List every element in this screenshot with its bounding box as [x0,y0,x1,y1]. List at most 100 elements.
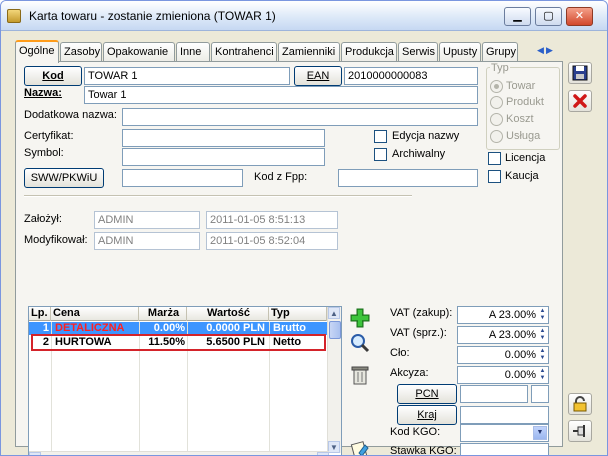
cancel-button[interactable] [568,90,592,112]
scroll-down-icon[interactable]: ▼ [328,441,340,453]
tab-grupy[interactable]: Grupy [482,42,518,62]
edycja-nazwy-label: Edycja nazwy [392,130,460,142]
kraj-input[interactable] [460,406,549,424]
tab-produkcja[interactable]: Produkcja [341,42,397,62]
vat-sprz-input[interactable]: A 23.00% ▲ ▼ [457,326,549,344]
tab-opakowanie[interactable]: Opakowanie [103,42,175,62]
kod-fpp-input[interactable] [338,169,478,187]
typ-group-title: Typ [490,62,510,74]
vat-zakup-input[interactable]: A 23.00% ▲ ▼ [457,306,549,324]
delete-trash-icon[interactable] [348,364,372,388]
save-button[interactable] [568,62,592,84]
window-title: Karta towaru - zostanie zmieniona (TOWAR… [29,9,276,23]
scroll-left-icon[interactable]: ◀ [29,452,41,455]
archiwalny-label: Archiwalny [392,148,446,160]
ean-input[interactable]: 2010000000083 [344,67,478,85]
app-icon [7,9,21,23]
tab-zamienniki[interactable]: Zamienniki [278,42,340,62]
price-grid-header: Lp. Cena Marża Wartość Typ [29,307,329,321]
search-icon[interactable] [348,332,372,356]
unlock-button[interactable] [568,393,592,415]
kod-fpp-label: Kod z Fpp: [254,171,308,183]
scroll-right-icon[interactable]: ▶ [317,452,329,455]
akcyza-value: 0.00% [504,369,536,381]
pcn-extra-input[interactable] [531,385,549,403]
price-grid-vertical-scrollbar[interactable]: ▲ ▼ [327,307,341,453]
nazwa-input[interactable]: Towar 1 [84,86,478,104]
sww-pkwiu-input[interactable] [122,169,243,187]
edycja-nazwy-checkbox[interactable] [374,130,387,143]
typ-towar-label: Towar [506,80,536,92]
akcyza-input[interactable]: 0.00% ▲ ▼ [457,366,549,384]
pin-button[interactable] [568,420,592,442]
price-list-icon[interactable] [348,439,372,455]
dodatkowa-nazwa-input[interactable] [122,108,478,126]
typ-usluga-radio[interactable] [490,130,503,143]
sww-pkwiu-button[interactable]: SWW/PKWiU [24,168,104,188]
pcn-button[interactable]: PCN [397,384,457,404]
modyfikowal-date: 2011-01-05 8:52:04 [206,232,338,250]
tab-inne[interactable]: Inne [176,42,210,62]
add-price-icon[interactable] [348,307,372,331]
clo-value: 0.00% [504,349,536,361]
typ-towar-radio[interactable] [490,80,503,93]
typ-produkt-label: Produkt [506,96,544,108]
tab-ogolne[interactable]: Ogólne [15,40,59,63]
close-button[interactable]: ✕ [566,7,593,26]
price-grid-horizontal-scrollbar[interactable]: ◀ ▶ [29,451,329,455]
tab-zasoby[interactable]: Zasoby [60,42,102,62]
pin-icon [573,425,585,438]
archiwalny-checkbox[interactable] [374,148,387,161]
clo-input[interactable]: 0.00% ▲ ▼ [457,346,549,364]
kod-kgo-select[interactable]: ▼ [460,424,549,442]
typ-produkt-radio[interactable] [490,96,503,109]
row-highlight-box [31,334,326,351]
scroll-thumb[interactable] [329,321,341,339]
kraj-button[interactable]: Kraj [397,405,457,425]
column-header-wartosc[interactable]: Wartość [187,307,269,321]
stawka-kgo-input[interactable] [460,443,549,455]
vat-sprz-spin-icon[interactable]: ▲ ▼ [538,328,547,342]
ean-button[interactable]: EAN [294,66,342,86]
typ-koszt-radio[interactable] [490,113,503,126]
zalozyl-date: 2011-01-05 8:51:13 [206,211,338,229]
vat-zakup-spin-icon[interactable]: ▲ ▼ [538,308,547,322]
symbol-input[interactable] [122,148,325,166]
column-header-cena[interactable]: Cena [51,307,139,321]
licencja-checkbox[interactable] [488,152,501,165]
vat-sprz-label: VAT (sprz.): [390,327,447,339]
pcn-input[interactable] [460,385,528,403]
section-divider [24,195,412,197]
tab-serwis[interactable]: Serwis [398,42,438,62]
close-icon [573,94,587,108]
clo-spin-icon[interactable]: ▲ ▼ [538,348,547,362]
certyfikat-input[interactable] [122,129,325,147]
zalozyl-user: ADMIN [94,211,200,229]
title-bar[interactable]: Karta towaru - zostanie zmieniona (TOWAR… [1,1,607,31]
column-header-marza[interactable]: Marża [139,307,187,321]
tab-scroll-right-icon[interactable]: ▶ [546,45,553,56]
item-card-window: Karta towaru - zostanie zmieniona (TOWAR… [0,0,608,456]
akcyza-label: Akcyza: [390,367,429,379]
tab-upusty[interactable]: Upusty [439,42,481,62]
price-grid[interactable]: Lp. Cena Marża Wartość Typ 1 DETALICZNA … [28,306,342,455]
kod-input[interactable]: TOWAR 1 [84,67,290,85]
chevron-down-icon[interactable]: ▼ [533,426,547,440]
maximize-button[interactable]: ▢ [535,7,562,26]
minimize-button[interactable]: ▁ [504,7,531,26]
column-header-typ[interactable]: Typ [269,307,327,321]
kod-kgo-label: Kod KGO: [390,426,441,438]
kod-button[interactable]: Kod [24,66,82,86]
clo-label: Cło: [390,347,410,359]
scroll-up-icon[interactable]: ▲ [328,307,340,319]
dodatkowa-nazwa-label: Dodatkowa nazwa: [24,109,117,121]
modyfikowal-label: Modyfikował: [24,234,88,246]
save-icon [572,65,588,81]
tab-scroll-left-icon[interactable]: ◀ [537,45,544,56]
akcyza-spin-icon[interactable]: ▲ ▼ [538,368,547,382]
tab-kontrahenci[interactable]: Kontrahenci [211,42,277,62]
kaucja-checkbox[interactable] [488,170,501,183]
modyfikowal-user: ADMIN [94,232,200,250]
typ-koszt-label: Koszt [506,113,534,125]
column-header-lp[interactable]: Lp. [29,307,51,321]
